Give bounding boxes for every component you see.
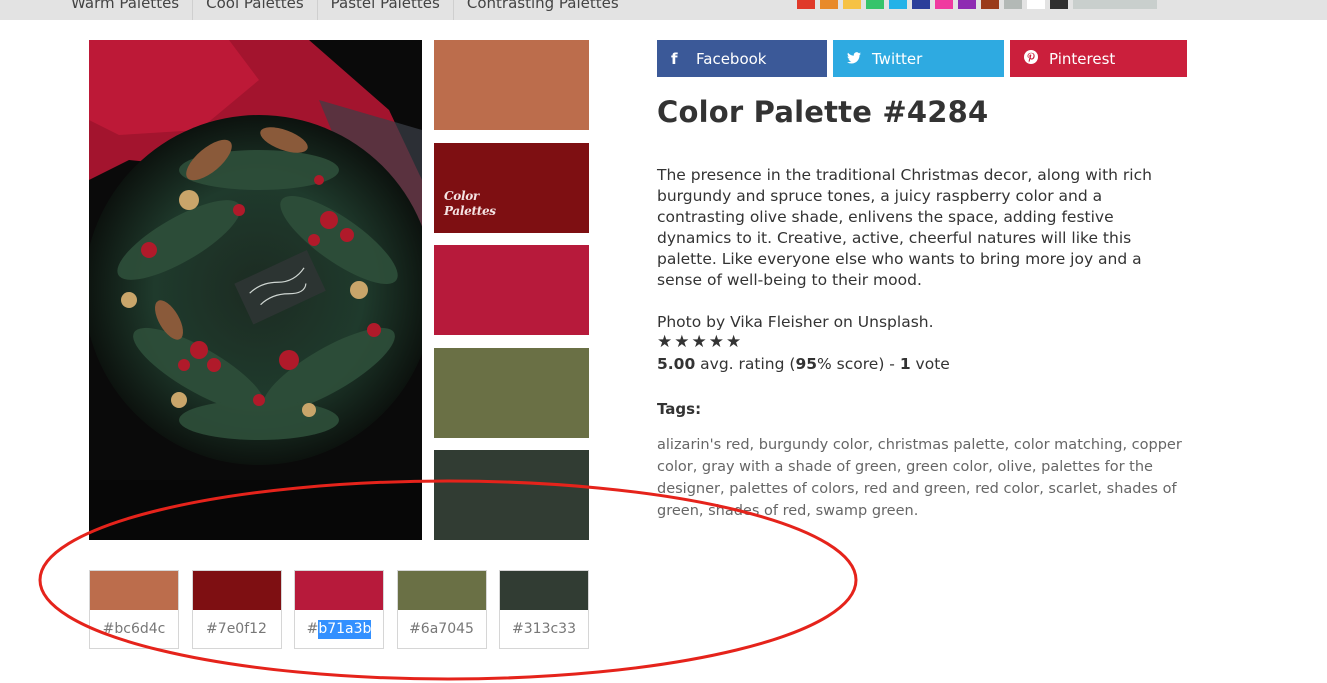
hex-code-text[interactable]: # bc6d4c [90, 610, 178, 648]
nav-cool-palettes[interactable]: Cool Palettes [192, 0, 317, 20]
share-buttons: f Facebook Twitter Pinterest [657, 40, 1187, 77]
hex-code-text[interactable]: #6a7045 [398, 610, 486, 648]
star-rating[interactable]: ★★★★★ [657, 332, 743, 352]
color-filter-swatch[interactable] [981, 0, 999, 9]
hex-card-color [500, 571, 588, 610]
nav-warm-palettes[interactable]: Warm Palettes [58, 0, 192, 20]
color-filter-swatch[interactable] [912, 0, 930, 9]
selected-text: b71a3b [318, 619, 372, 639]
palette-category-nav: Warm Palettes Cool Palettes Pastel Palet… [58, 0, 632, 20]
hex-code-cards: # bc6d4c #7e0f12 # b71a3b #6a7045 #313c33 [89, 570, 602, 649]
pinterest-share-button[interactable]: Pinterest [1010, 40, 1187, 77]
twitter-icon [847, 50, 867, 68]
palette-description: The presence in the traditional Christma… [657, 166, 1152, 289]
star-icon[interactable]: ★ [709, 332, 726, 352]
twitter-label: Twitter [872, 49, 923, 68]
nav-contrasting-palettes[interactable]: Contrasting Palettes [452, 0, 632, 20]
palette-color-block [434, 40, 589, 130]
color-filter-swatch[interactable] [889, 0, 907, 9]
palette-color-block: Color Palettes [434, 142, 589, 233]
rating-summary: 5.00 avg. rating (95% score) - 1 vote [657, 355, 950, 373]
palette-color-stack: Color Palettes [434, 40, 589, 553]
color-filter-swatch[interactable] [820, 0, 838, 9]
twitter-share-button[interactable]: Twitter [833, 40, 1004, 77]
color-filter-swatch[interactable] [843, 0, 861, 9]
color-filter-swatch[interactable] [1073, 0, 1157, 9]
color-filter-swatch[interactable] [1027, 0, 1045, 9]
hex-card[interactable]: #6a7045 [396, 570, 487, 649]
hex-card[interactable]: # b71a3b [294, 570, 384, 649]
color-filter-swatch[interactable] [935, 0, 953, 9]
tags-heading: Tags: [657, 400, 702, 418]
palette-color-block [434, 450, 589, 540]
color-filter-swatch[interactable] [866, 0, 884, 9]
photo-credit: Photo by Vika Fleisher on Unsplash. [657, 313, 934, 331]
hex-card[interactable]: #313c33 [499, 570, 589, 649]
pinterest-icon [1024, 49, 1044, 68]
page-title: Color Palette #4284 [657, 95, 989, 129]
color-palettes-watermark: Color Palettes [444, 188, 496, 218]
star-icon[interactable]: ★ [674, 332, 691, 352]
color-filter-swatch[interactable] [1050, 0, 1068, 9]
palette-color-block [434, 347, 589, 438]
facebook-share-button[interactable]: f Facebook [657, 40, 827, 77]
hex-card[interactable]: #7e0f12 [191, 570, 282, 649]
hex-code-text[interactable]: # b71a3b [295, 610, 383, 648]
color-filter-swatch[interactable] [958, 0, 976, 9]
tags-list: alizarin's red, burgundy color, christma… [657, 437, 1182, 519]
hex-code-text[interactable]: #7e0f12 [193, 610, 281, 648]
hex-card-color [295, 571, 383, 610]
facebook-icon: f [671, 49, 678, 68]
star-icon[interactable]: ★ [726, 332, 743, 352]
hex-card-color [397, 571, 486, 610]
color-filter-swatch[interactable] [797, 0, 815, 9]
nav-pastel-palettes[interactable]: Pastel Palettes [316, 0, 453, 20]
palette-photo [89, 40, 422, 540]
hex-card[interactable]: # bc6d4c [89, 570, 179, 649]
palette-color-block [434, 245, 589, 335]
top-navigation-bar: Warm Palettes Cool Palettes Pastel Palet… [0, 0, 1327, 20]
color-filter-swatch[interactable] [1004, 0, 1022, 9]
hex-card-color [90, 571, 178, 610]
hex-code-text[interactable]: #313c33 [500, 610, 588, 648]
hex-card-color [192, 571, 281, 610]
star-icon[interactable]: ★ [657, 332, 674, 352]
pinterest-label: Pinterest [1049, 49, 1116, 68]
star-icon[interactable]: ★ [692, 332, 709, 352]
color-filter-swatches [797, 0, 1157, 9]
facebook-label: Facebook [696, 49, 767, 68]
